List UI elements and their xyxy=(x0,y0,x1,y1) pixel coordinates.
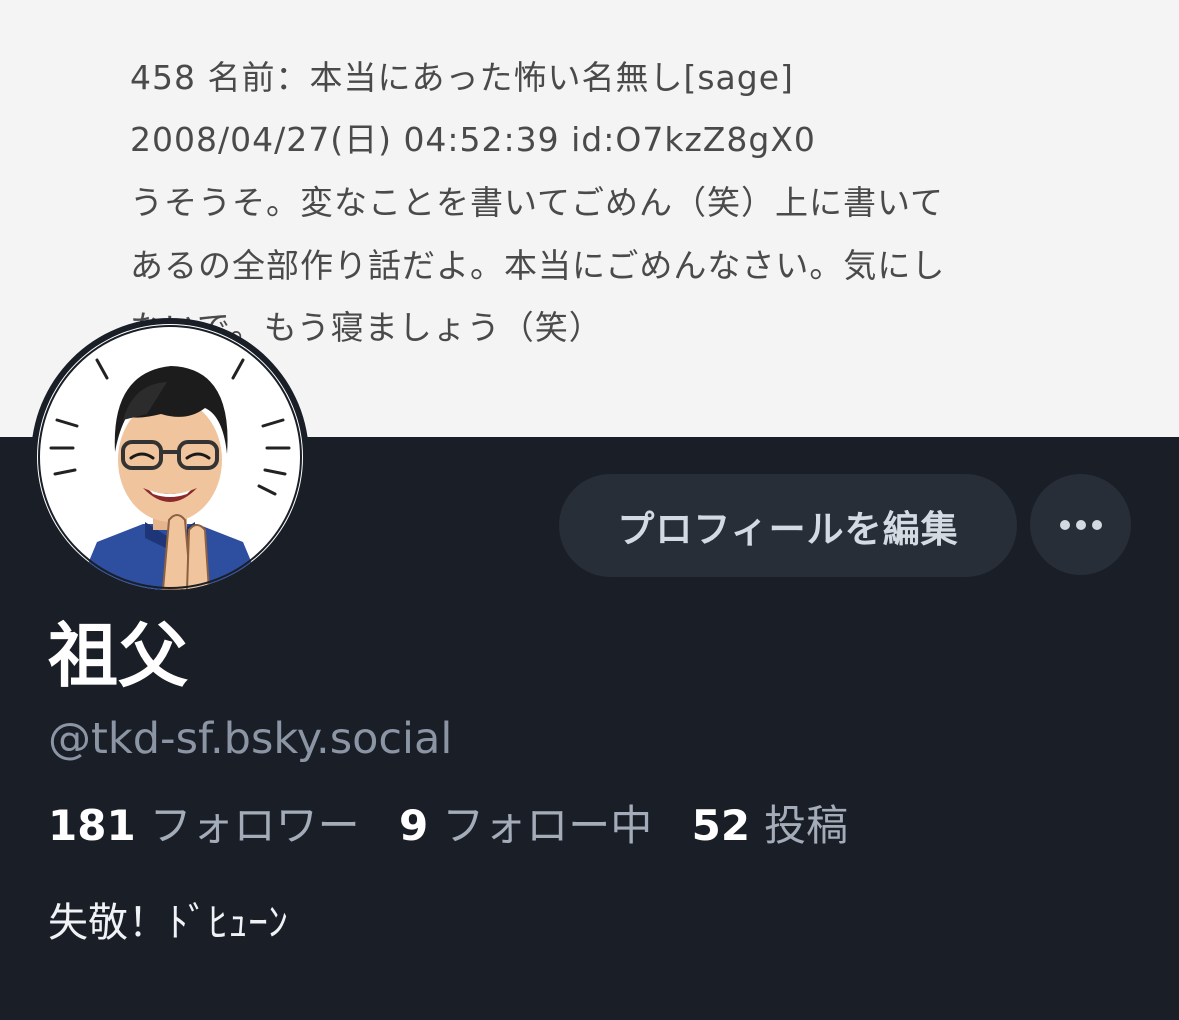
display-name: 祖父 xyxy=(48,615,188,697)
stat-count: 52 xyxy=(691,801,751,850)
edit-profile-button[interactable]: プロフィールを編集 xyxy=(559,474,1017,577)
stat-label: フォロワー xyxy=(149,801,360,850)
more-options-button[interactable] xyxy=(1030,474,1131,575)
cartoon-man-with-glasses-avatar-icon xyxy=(37,324,303,590)
followers-count-link[interactable]: 181 フォロワー xyxy=(48,797,360,855)
stat-count: 181 xyxy=(48,801,136,850)
banner-text-line: うそうそ。変なことを書いてごめん（笑）上に書いて xyxy=(130,183,945,222)
profile-stats: 181 フォロワー 9 フォロー中 52 投稿 xyxy=(48,797,874,855)
user-handle: @tkd-sf.bsky.social xyxy=(48,714,453,764)
profile-bio: 失敬！ﾄﾞﾋｭｰﾝ xyxy=(48,900,288,946)
ellipsis-icon xyxy=(1059,519,1102,530)
stat-label: 投稿 xyxy=(764,801,849,850)
posts-count: 52 投稿 xyxy=(692,797,848,855)
avatar[interactable] xyxy=(31,318,309,596)
banner-text-line: あるの全部作り話だよ。本当にごめんなさい。気にし xyxy=(130,246,946,285)
stat-label: フォロー中 xyxy=(442,801,653,850)
following-count-link[interactable]: 9 フォロー中 xyxy=(399,797,652,855)
banner-text-line: 458 名前：本当にあった怖い名無し[sage] xyxy=(130,58,794,97)
stat-count: 9 xyxy=(399,801,429,850)
banner-text-line: 2008/04/27(日) 04:52:39 id:O7kzZ8gX0 xyxy=(130,120,816,159)
